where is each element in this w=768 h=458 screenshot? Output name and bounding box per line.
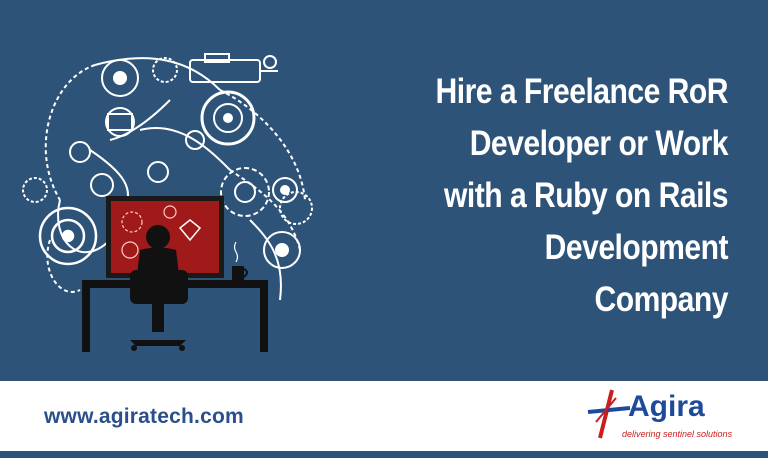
- gear-machinery-icon: [22, 53, 313, 352]
- logo-name: Agira: [628, 390, 705, 423]
- headline-line-2: Developer or Work: [469, 124, 729, 163]
- footer: www.agiratech.com Agira delivering senti…: [0, 381, 768, 451]
- website-link[interactable]: www.agiratech.com: [44, 405, 244, 429]
- headline-line-4: Development: [544, 228, 729, 267]
- headline: Hire a Freelance RoR Developer or Work w…: [418, 66, 729, 326]
- bottom-strip: [0, 451, 768, 458]
- coffee-mug-icon: [232, 241, 248, 280]
- headline-line-3: with a Ruby on Rails: [443, 176, 729, 215]
- headline-line-5: Company: [594, 280, 728, 319]
- agira-logo[interactable]: Agira delivering sentinel solutions: [586, 386, 736, 446]
- gear-large-left: [38, 206, 98, 266]
- headline-line-1: Hire a Freelance RoR: [435, 72, 729, 111]
- logo-tagline: delivering sentinel solutions: [622, 429, 733, 439]
- banner: Hire a Freelance RoR Developer or Work w…: [0, 0, 768, 458]
- hero-area: Hire a Freelance RoR Developer or Work w…: [0, 0, 768, 381]
